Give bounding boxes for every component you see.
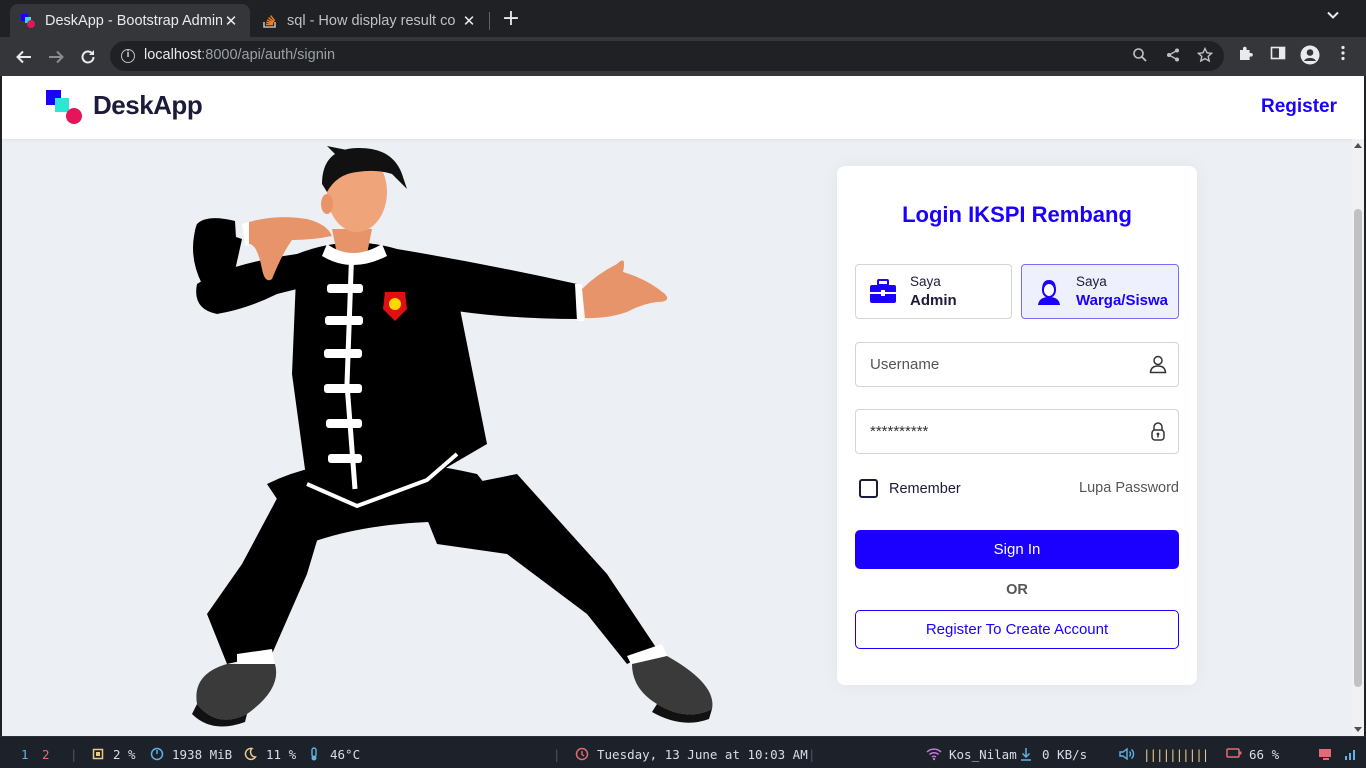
deskapp-logo-icon[interactable] <box>46 90 84 126</box>
clock-icon <box>575 747 589 764</box>
extensions-puzzle-icon[interactable] <box>1235 45 1257 67</box>
zoom-icon[interactable] <box>1130 47 1150 67</box>
back-arrow-icon[interactable] <box>11 44 37 70</box>
tab-search-chevron-icon[interactable] <box>1326 8 1340 26</box>
profile-avatar-icon[interactable] <box>1299 45 1321 67</box>
thermometer-icon <box>309 747 319 764</box>
download-icon <box>1020 747 1032 764</box>
tab-divider <box>489 12 490 30</box>
display-icon[interactable] <box>1318 747 1334 764</box>
workspace-1[interactable]: 1 <box>21 747 29 762</box>
register-link[interactable]: Register <box>1261 96 1337 118</box>
scroll-up-arrow-icon[interactable] <box>1354 143 1362 148</box>
battery-level: 66 % <box>1249 747 1280 762</box>
side-panel-icon[interactable] <box>1267 45 1289 67</box>
separator: | <box>808 747 816 762</box>
user-icon <box>1149 355 1167 374</box>
checkbox-box[interactable] <box>859 479 878 498</box>
load-usage: 11 % <box>266 747 297 762</box>
tab-deskapp[interactable]: DeskApp - Bootstrap Admin ✕ <box>10 4 250 37</box>
moon-icon <box>243 747 257 764</box>
deskapp-favicon-icon <box>20 13 36 29</box>
tab-title: DeskApp - Bootstrap Admin <box>45 12 222 29</box>
role-option-admin[interactable]: Saya Admin <box>855 264 1012 319</box>
cpu-icon <box>91 747 105 764</box>
password-input[interactable] <box>856 410 1141 453</box>
network-speed: 0 KB/s <box>1042 747 1088 762</box>
stackoverflow-favicon-icon <box>262 13 278 29</box>
site-header: DeskApp Register <box>2 76 1364 139</box>
remember-label: Remember <box>889 480 961 497</box>
sign-in-button[interactable]: Sign In <box>855 530 1179 569</box>
new-tab-button[interactable]: + <box>499 6 523 32</box>
system-status-bar: 1 2 | 2 % 1938 MiB 11 % 46°C | Tuesday, … <box>0 736 1366 768</box>
forgot-password-link[interactable]: Lupa Password <box>1079 480 1179 496</box>
scrollbar-thumb[interactable] <box>1354 209 1362 687</box>
briefcase-icon <box>870 279 896 303</box>
battery-icon <box>1226 747 1242 762</box>
tab-close-icon[interactable]: ✕ <box>222 12 240 30</box>
username-input[interactable] <box>856 343 1141 386</box>
reload-icon[interactable] <box>75 44 101 70</box>
browser-menu-icon[interactable] <box>1332 45 1354 67</box>
password-field <box>855 409 1179 454</box>
page-scrollbar[interactable] <box>1352 139 1364 736</box>
or-divider: OR <box>1006 582 1028 598</box>
share-icon[interactable] <box>1163 47 1183 67</box>
lock-icon <box>1151 422 1165 441</box>
volume-level-bars[interactable]: |||||||||| <box>1143 747 1209 762</box>
brand-name[interactable]: DeskApp <box>93 90 203 121</box>
browser-tab-bar: DeskApp - Bootstrap Admin ✕ sql - How di… <box>0 0 1366 37</box>
site-info-icon[interactable]: i <box>121 49 135 63</box>
bookmark-star-icon[interactable] <box>1195 46 1215 67</box>
volume-icon <box>1119 747 1135 764</box>
url-path: :8000/api/auth/signin <box>201 47 336 63</box>
tab-stackoverflow[interactable]: sql - How display result co ✕ <box>252 4 488 37</box>
role-option-warga-siswa[interactable]: Saya Warga/Siswa <box>1021 264 1179 319</box>
memory-icon <box>150 747 164 764</box>
login-card: Login IKSPI Rembang Saya Admin Saya Warg… <box>837 166 1197 685</box>
memory-usage: 1938 MiB <box>172 747 233 762</box>
browser-toolbar: i localhost:8000/api/auth/signin <box>0 37 1366 76</box>
workspace-2[interactable]: 2 <box>42 747 50 762</box>
url-host: localhost <box>144 47 202 63</box>
remember-checkbox[interactable]: Remember <box>859 479 961 498</box>
forward-arrow-icon[interactable] <box>43 44 69 70</box>
tab-close-icon[interactable]: ✕ <box>460 12 478 30</box>
cpu-usage: 2 % <box>113 747 136 762</box>
url-text[interactable]: localhost:8000/api/auth/signin <box>144 47 335 63</box>
separator: | <box>70 747 78 762</box>
role-prefix: Saya <box>910 274 941 289</box>
login-title: Login IKSPI Rembang <box>902 202 1132 227</box>
address-bar[interactable]: i localhost:8000/api/auth/signin <box>110 41 1224 71</box>
separator: | <box>553 747 561 762</box>
username-field <box>855 342 1179 387</box>
martial-artist-illustration <box>192 146 713 727</box>
wifi-ssid[interactable]: Kos_Nilam <box>949 747 1017 762</box>
person-icon <box>1038 280 1060 305</box>
scroll-down-arrow-icon[interactable] <box>1354 727 1362 732</box>
role-name: Warga/Siswa <box>1076 292 1168 309</box>
signal-icon <box>1344 747 1358 764</box>
page-viewport: DeskApp Register Login IKSPI Rembang Say… <box>2 76 1364 736</box>
tab-title: sql - How display result co <box>287 12 456 29</box>
role-name: Admin <box>910 292 957 309</box>
temperature: 46°C <box>330 747 361 762</box>
role-prefix: Saya <box>1076 274 1107 289</box>
register-account-button[interactable]: Register To Create Account <box>855 610 1179 649</box>
datetime[interactable]: Tuesday, 13 June at 10:03 AM <box>597 747 808 762</box>
wifi-icon <box>926 747 942 764</box>
